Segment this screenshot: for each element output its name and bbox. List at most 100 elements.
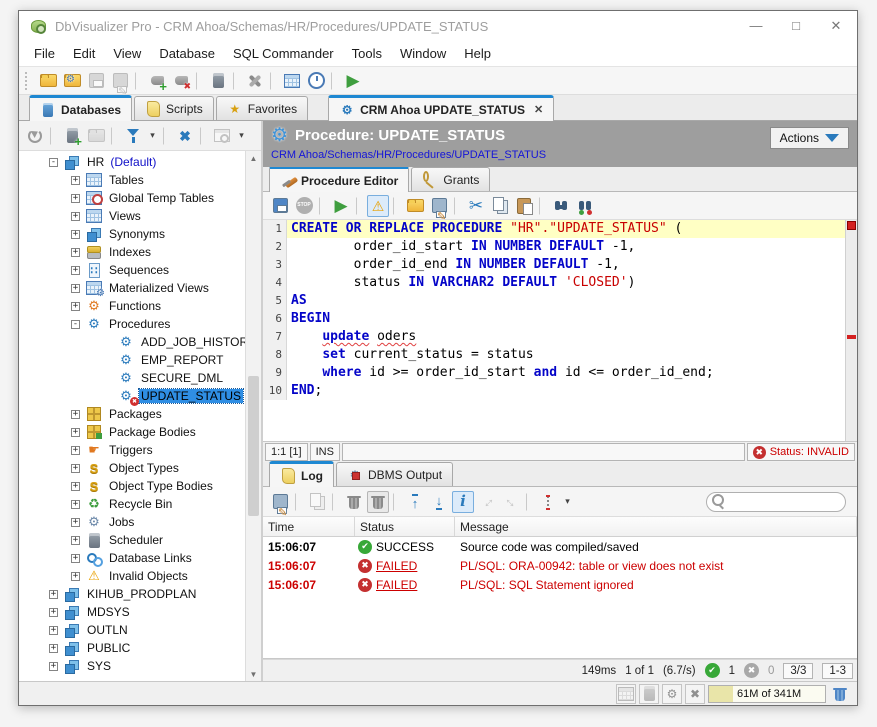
minimize-button[interactable]: — <box>749 18 763 34</box>
toolbar-separator[interactable] <box>331 72 338 90</box>
tree-item[interactable]: + Packages <box>19 405 245 423</box>
column-options-icon[interactable] <box>537 491 559 513</box>
menu-item[interactable]: Database <box>150 43 224 64</box>
menu-item[interactable]: File <box>25 43 64 64</box>
tree-expander[interactable]: + <box>71 500 80 509</box>
show-info-icon[interactable] <box>452 491 474 513</box>
code-line[interactable]: 5 AS <box>263 292 845 310</box>
tree-item[interactable]: + Materialized Views <box>19 279 245 297</box>
create-connection-icon[interactable] <box>61 125 83 147</box>
scroll-down-icon[interactable]: ▼ <box>246 667 261 681</box>
toolbar-separator[interactable] <box>270 72 277 90</box>
tools-icon[interactable] <box>244 70 266 92</box>
menu-item[interactable]: Help <box>455 43 500 64</box>
toolbar-separator[interactable] <box>539 197 546 215</box>
show-errors-icon[interactable]: ⚠ <box>367 195 389 217</box>
column-header[interactable]: Status <box>355 517 455 536</box>
toolbar-separator[interactable] <box>295 493 302 511</box>
toolbar-separator[interactable] <box>332 493 339 511</box>
tree-expander[interactable]: - <box>49 158 58 167</box>
garbage-collect-icon[interactable] <box>829 683 851 705</box>
tree-item[interactable]: + Database Links <box>19 549 245 567</box>
run-icon[interactable]: ▶ <box>342 70 364 92</box>
execute-icon[interactable]: ▶ <box>330 195 352 217</box>
save-icon[interactable] <box>85 70 107 92</box>
tree-expander[interactable]: + <box>71 212 80 221</box>
tree-item[interactable]: + Views <box>19 207 245 225</box>
code-line[interactable]: 2 order_id_start IN NUMBER DEFAULT -1, <box>263 238 845 256</box>
tree-item[interactable]: + Scheduler <box>19 531 245 549</box>
tree-item[interactable]: ⚙ UPDATE_STATUS <box>19 387 245 405</box>
code-line[interactable]: 10 END; <box>263 382 845 400</box>
tree-item[interactable]: + Tables <box>19 171 245 189</box>
tree-expander[interactable]: + <box>71 410 80 419</box>
tree-item[interactable]: + SYS <box>19 657 245 675</box>
code-line[interactable]: 7 update oders <box>263 328 845 346</box>
tree-expander[interactable]: + <box>71 536 80 545</box>
toolbar-separator[interactable] <box>163 127 170 145</box>
save-as-icon[interactable] <box>428 195 450 217</box>
log-row[interactable]: 15:06:07 FAILED PL/SQL: ORA-00942: table… <box>263 556 857 575</box>
tree-expander[interactable]: + <box>49 608 58 617</box>
column-header[interactable]: Message <box>455 517 857 536</box>
main-tab[interactable]: Databases <box>29 95 132 121</box>
cut-icon[interactable]: ✂ <box>465 195 487 217</box>
refresh-icon[interactable] <box>24 125 46 147</box>
collapse-all-icon[interactable] <box>174 125 196 147</box>
close-tab-icon[interactable]: ✕ <box>534 103 543 116</box>
code-editor[interactable]: 1 CREATE OR REPLACE PROCEDURE "HR"."UPDA… <box>263 220 857 442</box>
toolbar-separator[interactable] <box>393 197 400 215</box>
error-stripe[interactable] <box>845 220 857 441</box>
error-marker-icon[interactable] <box>847 335 856 339</box>
search-dropdown-icon[interactable]: ▾ <box>235 125 248 147</box>
tree-item[interactable]: ⚙ SECURE_DML <box>19 369 245 387</box>
tree-item[interactable]: + S Object Types <box>19 459 245 477</box>
tree-item[interactable]: + KIHUB_PRODPLAN <box>19 585 245 603</box>
scroll-up-icon[interactable]: ▲ <box>246 151 261 165</box>
toolbar-separator[interactable] <box>526 493 533 511</box>
tree-expander[interactable]: + <box>71 194 80 203</box>
tree-item[interactable]: + S Object Type Bodies <box>19 477 245 495</box>
toolbar-grip[interactable] <box>25 72 30 90</box>
object-tab[interactable]: ⚙ CRM Ahoa UPDATE_STATUS ✕ <box>328 95 554 121</box>
tree-expander[interactable]: + <box>49 644 58 653</box>
tree-item[interactable]: + Indexes <box>19 243 245 261</box>
tree-expander[interactable]: + <box>71 230 80 239</box>
code-line[interactable]: 8 set current_status = status <box>263 346 845 364</box>
tree-item[interactable]: + ♻ Recycle Bin <box>19 495 245 513</box>
object-subtab[interactable]: Grants <box>411 167 490 191</box>
clear-on-execute-icon[interactable] <box>367 491 389 513</box>
find-icon[interactable] <box>550 195 572 217</box>
log-row[interactable]: 15:06:07 SUCCESS Source code was compile… <box>263 537 857 556</box>
tree-expander[interactable]: + <box>71 176 80 185</box>
tree-expander[interactable] <box>103 356 112 365</box>
toolbar-separator[interactable] <box>393 493 400 511</box>
scrollbar-thumb[interactable] <box>248 376 259 517</box>
toolbar-separator[interactable] <box>319 197 326 215</box>
tree-item[interactable]: + ☛ Triggers <box>19 441 245 459</box>
tree-item[interactable]: - HR (Default) <box>19 153 245 171</box>
open-file-settings-icon[interactable] <box>61 70 83 92</box>
error-marker-icon[interactable] <box>847 221 856 230</box>
tree-item[interactable]: + Synonyms <box>19 225 245 243</box>
tree-item[interactable]: + PUBLIC <box>19 639 245 657</box>
toolbar-separator[interactable] <box>200 127 207 145</box>
object-subtab[interactable]: Procedure Editor <box>269 166 409 192</box>
copy-icon[interactable] <box>306 491 328 513</box>
code-line[interactable]: 4 status IN VARCHAR2 DEFAULT 'CLOSED') <box>263 274 845 292</box>
tree-expander[interactable]: + <box>49 662 58 671</box>
clear-log-icon[interactable] <box>343 491 365 513</box>
column-options-dropdown-icon[interactable]: ▾ <box>561 491 574 513</box>
save-as-icon[interactable] <box>109 70 131 92</box>
tree-expander[interactable]: + <box>71 248 80 257</box>
tree-item[interactable]: + ⚙ Functions <box>19 297 245 315</box>
tree-item[interactable]: + ⚙ Jobs <box>19 513 245 531</box>
log-row[interactable]: 15:06:07 FAILED PL/SQL: SQL Statement ig… <box>263 575 857 594</box>
tree-expander[interactable] <box>103 374 112 383</box>
tree-expander[interactable]: + <box>71 482 80 491</box>
column-header[interactable]: Time <box>263 517 355 536</box>
toolbar-separator[interactable] <box>196 72 203 90</box>
memory-indicator[interactable]: 61M of 341M <box>708 685 826 703</box>
code-line[interactable]: 1 CREATE OR REPLACE PROCEDURE "HR"."UPDA… <box>263 220 845 238</box>
tree-item[interactable]: + Global Temp Tables <box>19 189 245 207</box>
